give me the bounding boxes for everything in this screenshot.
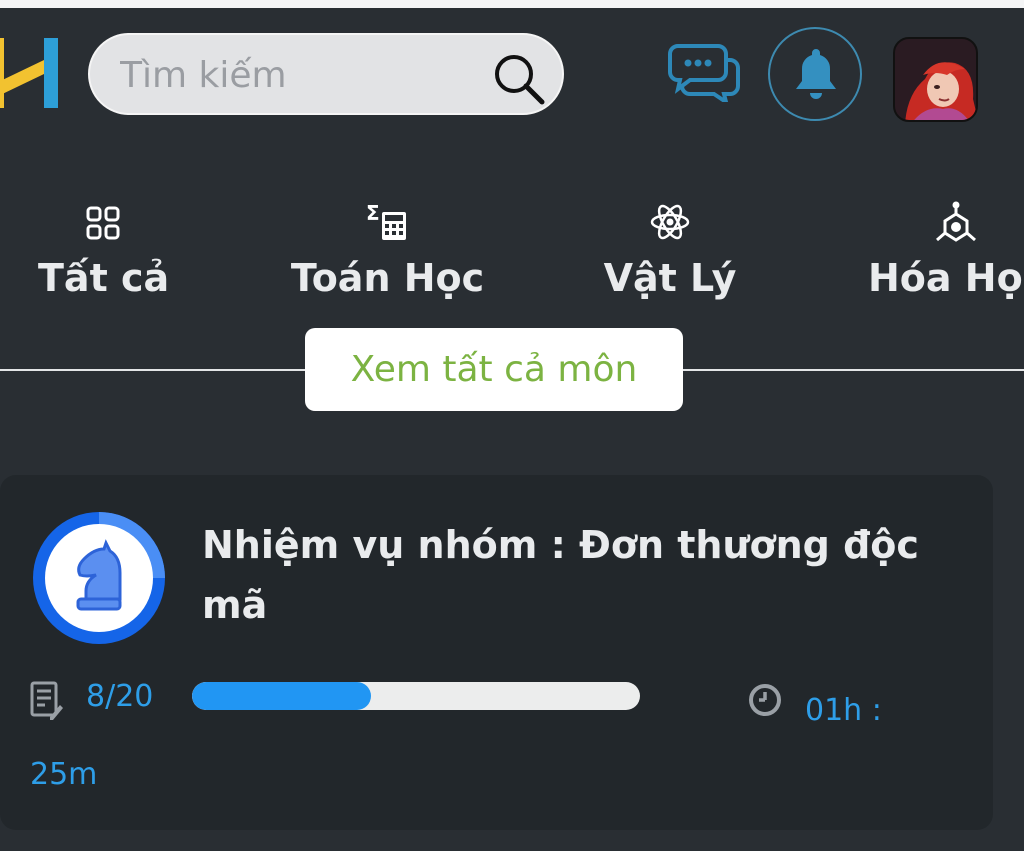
tab-math-label: Toán Học — [290, 256, 485, 300]
tab-all-label: Tất cả — [38, 256, 170, 300]
app-screen: Tất cả Σ Toán Học Vật Lý Hóa Họ — [0, 0, 1024, 851]
logo-icon[interactable] — [0, 38, 62, 108]
quest-card[interactable]: Nhiệm vụ nhóm : Đơn thương độc mã 8/20 0… — [0, 475, 993, 830]
tab-physics-label: Vật Lý — [603, 256, 737, 300]
molecule-icon — [936, 201, 976, 242]
tab-chemistry[interactable]: Hóa Họ — [868, 200, 1024, 310]
quest-title: Nhiệm vụ nhóm : Đơn thương độc mã — [202, 523, 919, 627]
atom-icon — [650, 204, 690, 240]
notification-button[interactable] — [768, 27, 862, 121]
calculator-icon: Σ — [366, 201, 406, 240]
bell-icon — [796, 49, 836, 99]
time-remaining: 01h : 25m — [30, 693, 882, 792]
chess-knight-icon — [33, 512, 165, 644]
tab-physics[interactable]: Vật Lý — [600, 200, 740, 310]
grid-icon — [86, 206, 120, 240]
tab-all[interactable]: Tất cả — [38, 200, 170, 310]
tab-math[interactable]: Σ Toán Học — [285, 200, 490, 310]
see-all-subjects-button[interactable]: Xem tất cả môn — [305, 328, 683, 411]
search-icon[interactable] — [490, 52, 546, 108]
avatar[interactable] — [893, 37, 978, 122]
avatar-image — [895, 39, 976, 120]
status-strip — [0, 0, 1024, 8]
tab-chemistry-label: Hóa Họ — [868, 256, 1023, 300]
svg-text:Σ: Σ — [366, 201, 380, 225]
chat-icon[interactable] — [668, 44, 740, 102]
search-input[interactable] — [118, 49, 492, 101]
